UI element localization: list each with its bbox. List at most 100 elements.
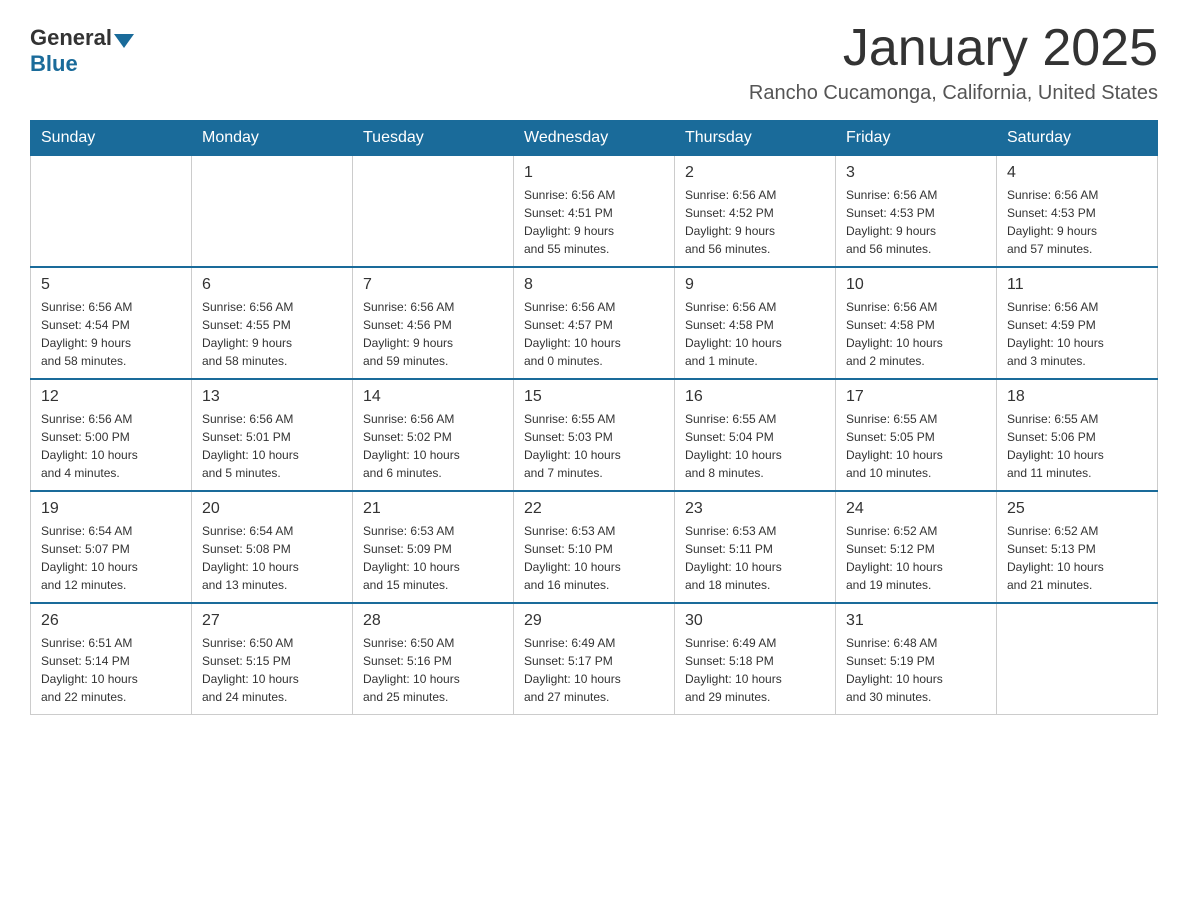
day-number: 29: [524, 612, 664, 630]
calendar-cell: 28Sunrise: 6:50 AM Sunset: 5:16 PM Dayli…: [353, 603, 514, 715]
day-info: Sunrise: 6:55 AM Sunset: 5:05 PM Dayligh…: [846, 410, 986, 482]
calendar-week-row: 19 Sunrise: 6:54 AM Sunset: 5:07 PM Dayli…: [31, 491, 1158, 603]
weekday-header-thursday: Thursday: [675, 121, 836, 156]
day-number: 5: [41, 276, 181, 294]
logo: General Blue: [30, 20, 136, 77]
calendar-cell: [31, 156, 192, 268]
day-number: 19: [41, 500, 181, 518]
day-number: 25: [1007, 500, 1147, 518]
calendar-week-row: 12 Sunrise: 6:56 AM Sunset: 5:00 PM Dayli…: [31, 379, 1158, 491]
day-number: 4: [1007, 164, 1147, 182]
day-number: 9: [685, 276, 825, 294]
weekday-header-saturday: Saturday: [997, 121, 1158, 156]
calendar-cell: 6 Sunrise: 6:56 AM Sunset: 4:55 PM Daylig…: [192, 267, 353, 379]
calendar-cell: 21 Sunrise: 6:53 AM Sunset: 5:09 PM Dayli…: [353, 491, 514, 603]
day-info: Sunrise: 6:56 AM Sunset: 4:54 PM Dayligh…: [41, 298, 181, 370]
day-number: 31: [846, 612, 986, 630]
day-info: Sunrise: 6:51 AM Sunset: 5:14 PM Dayligh…: [41, 634, 181, 706]
day-info: Sunrise: 6:56 AM Sunset: 4:58 PM Dayligh…: [685, 298, 825, 370]
calendar-cell: [353, 156, 514, 268]
calendar-cell: 19 Sunrise: 6:54 AM Sunset: 5:07 PM Dayli…: [31, 491, 192, 603]
day-number: 7: [363, 276, 503, 294]
day-info: Sunrise: 6:54 AM Sunset: 5:07 PM Dayligh…: [41, 522, 181, 594]
weekday-header-wednesday: Wednesday: [514, 121, 675, 156]
calendar-cell: 10 Sunrise: 6:56 AM Sunset: 4:58 PM Dayli…: [836, 267, 997, 379]
day-number: 10: [846, 276, 986, 294]
day-number: 14: [363, 388, 503, 406]
calendar-cell: 25 Sunrise: 6:52 AM Sunset: 5:13 PM Dayli…: [997, 491, 1158, 603]
month-title: January 2025: [749, 20, 1158, 77]
day-number: 12: [41, 388, 181, 406]
calendar-cell: 17 Sunrise: 6:55 AM Sunset: 5:05 PM Dayli…: [836, 379, 997, 491]
calendar-cell: 3 Sunrise: 6:56 AM Sunset: 4:53 PM Daylig…: [836, 156, 997, 268]
calendar-cell: 31 Sunrise: 6:48 AM Sunset: 5:19 PM Dayli…: [836, 603, 997, 715]
calendar-cell: 1 Sunrise: 6:56 AM Sunset: 4:51 PM Daylig…: [514, 156, 675, 268]
day-number: 22: [524, 500, 664, 518]
day-number: 24: [846, 500, 986, 518]
day-number: 1: [524, 164, 664, 182]
calendar-cell: 24Sunrise: 6:52 AM Sunset: 5:12 PM Dayli…: [836, 491, 997, 603]
day-info: Sunrise: 6:56 AM Sunset: 4:59 PM Dayligh…: [1007, 298, 1147, 370]
day-info: Sunrise: 6:56 AM Sunset: 4:58 PM Dayligh…: [846, 298, 986, 370]
logo-arrow-icon: [114, 34, 134, 48]
day-info: Sunrise: 6:54 AM Sunset: 5:08 PM Dayligh…: [202, 522, 342, 594]
day-info: Sunrise: 6:52 AM Sunset: 5:13 PM Dayligh…: [1007, 522, 1147, 594]
day-number: 2: [685, 164, 825, 182]
day-info: Sunrise: 6:50 AM Sunset: 5:15 PM Dayligh…: [202, 634, 342, 706]
calendar-cell: 27 Sunrise: 6:50 AM Sunset: 5:15 PM Dayli…: [192, 603, 353, 715]
day-number: 18: [1007, 388, 1147, 406]
day-info: Sunrise: 6:53 AM Sunset: 5:11 PM Dayligh…: [685, 522, 825, 594]
day-info: Sunrise: 6:56 AM Sunset: 5:00 PM Dayligh…: [41, 410, 181, 482]
calendar-cell: 26 Sunrise: 6:51 AM Sunset: 5:14 PM Dayli…: [31, 603, 192, 715]
day-number: 15: [524, 388, 664, 406]
day-info: Sunrise: 6:56 AM Sunset: 4:53 PM Dayligh…: [1007, 186, 1147, 258]
day-number: 21: [363, 500, 503, 518]
day-info: Sunrise: 6:56 AM Sunset: 4:53 PM Dayligh…: [846, 186, 986, 258]
calendar-cell: 20Sunrise: 6:54 AM Sunset: 5:08 PM Dayli…: [192, 491, 353, 603]
day-info: Sunrise: 6:56 AM Sunset: 5:02 PM Dayligh…: [363, 410, 503, 482]
day-number: 11: [1007, 276, 1147, 294]
day-number: 3: [846, 164, 986, 182]
day-number: 27: [202, 612, 342, 630]
calendar-cell: 4 Sunrise: 6:56 AM Sunset: 4:53 PM Daylig…: [997, 156, 1158, 268]
calendar-cell: 14 Sunrise: 6:56 AM Sunset: 5:02 PM Dayli…: [353, 379, 514, 491]
calendar-cell: 15Sunrise: 6:55 AM Sunset: 5:03 PM Dayli…: [514, 379, 675, 491]
day-number: 8: [524, 276, 664, 294]
day-number: 17: [846, 388, 986, 406]
calendar-cell: 2 Sunrise: 6:56 AM Sunset: 4:52 PM Daylig…: [675, 156, 836, 268]
day-info: Sunrise: 6:53 AM Sunset: 5:10 PM Dayligh…: [524, 522, 664, 594]
day-number: 13: [202, 388, 342, 406]
calendar-cell: [997, 603, 1158, 715]
weekday-header-sunday: Sunday: [31, 121, 192, 156]
weekday-header-monday: Monday: [192, 121, 353, 156]
day-info: Sunrise: 6:56 AM Sunset: 5:01 PM Dayligh…: [202, 410, 342, 482]
day-info: Sunrise: 6:49 AM Sunset: 5:18 PM Dayligh…: [685, 634, 825, 706]
day-info: Sunrise: 6:53 AM Sunset: 5:09 PM Dayligh…: [363, 522, 503, 594]
calendar-cell: 30Sunrise: 6:49 AM Sunset: 5:18 PM Dayli…: [675, 603, 836, 715]
calendar-week-row: 5 Sunrise: 6:56 AM Sunset: 4:54 PM Daylig…: [31, 267, 1158, 379]
day-number: 26: [41, 612, 181, 630]
day-info: Sunrise: 6:56 AM Sunset: 4:55 PM Dayligh…: [202, 298, 342, 370]
day-number: 6: [202, 276, 342, 294]
day-info: Sunrise: 6:56 AM Sunset: 4:51 PM Dayligh…: [524, 186, 664, 258]
calendar-cell: 18Sunrise: 6:55 AM Sunset: 5:06 PM Dayli…: [997, 379, 1158, 491]
calendar-cell: 7Sunrise: 6:56 AM Sunset: 4:56 PM Daylig…: [353, 267, 514, 379]
weekday-header-tuesday: Tuesday: [353, 121, 514, 156]
day-number: 16: [685, 388, 825, 406]
day-info: Sunrise: 6:56 AM Sunset: 4:52 PM Dayligh…: [685, 186, 825, 258]
calendar-week-row: 1 Sunrise: 6:56 AM Sunset: 4:51 PM Daylig…: [31, 156, 1158, 268]
weekday-header-row: SundayMondayTuesdayWednesdayThursdayFrid…: [31, 121, 1158, 156]
calendar-cell: 12 Sunrise: 6:56 AM Sunset: 5:00 PM Dayli…: [31, 379, 192, 491]
calendar-cell: [192, 156, 353, 268]
day-info: Sunrise: 6:49 AM Sunset: 5:17 PM Dayligh…: [524, 634, 664, 706]
weekday-header-friday: Friday: [836, 121, 997, 156]
day-info: Sunrise: 6:48 AM Sunset: 5:19 PM Dayligh…: [846, 634, 986, 706]
day-info: Sunrise: 6:55 AM Sunset: 5:04 PM Dayligh…: [685, 410, 825, 482]
calendar-cell: 5 Sunrise: 6:56 AM Sunset: 4:54 PM Daylig…: [31, 267, 192, 379]
day-info: Sunrise: 6:50 AM Sunset: 5:16 PM Dayligh…: [363, 634, 503, 706]
calendar-cell: 8Sunrise: 6:56 AM Sunset: 4:57 PM Daylig…: [514, 267, 675, 379]
title-section: January 2025 Rancho Cucamonga, Californi…: [749, 20, 1158, 105]
calendar-cell: 22 Sunrise: 6:53 AM Sunset: 5:10 PM Dayli…: [514, 491, 675, 603]
logo-blue-text: Blue: [30, 51, 78, 76]
page-header: General Blue January 2025 Rancho Cucamon…: [30, 20, 1158, 105]
